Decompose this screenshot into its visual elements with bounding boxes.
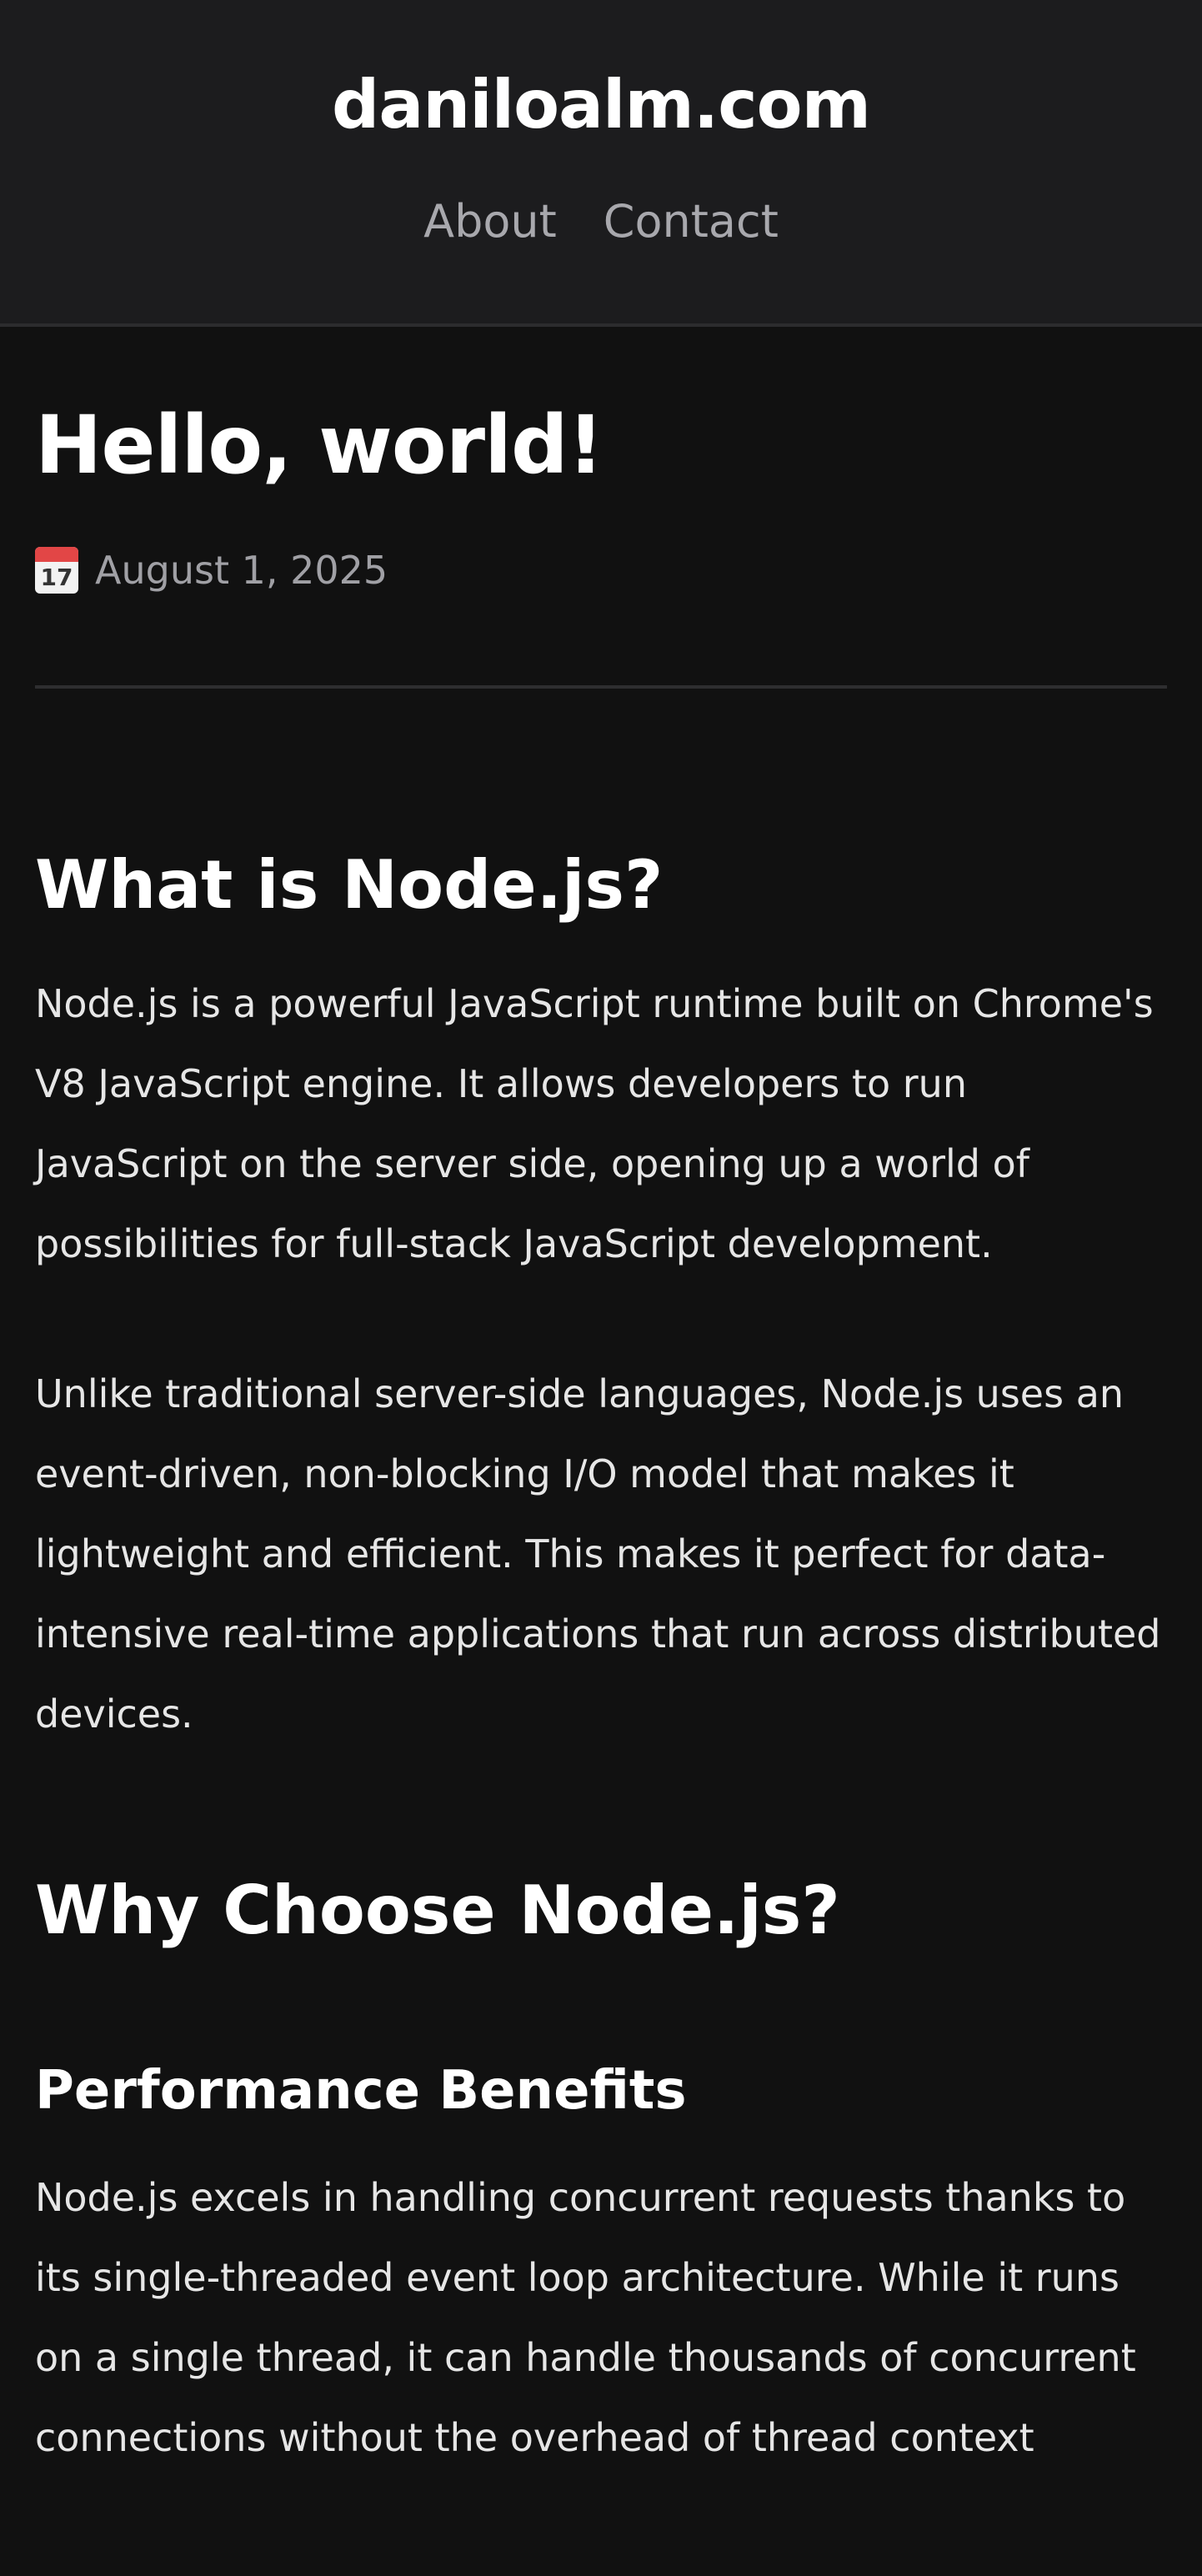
section-heading-what-is: What is Node.js?	[35, 846, 664, 924]
nav-contact[interactable]: Contact	[604, 195, 779, 248]
subheading-performance: Performance Benefits	[35, 2060, 687, 2122]
post-title: Hello, world!	[35, 398, 604, 492]
calendar-icon-day: 17	[40, 564, 73, 591]
post-date: 17 August 1, 2025	[35, 544, 1167, 597]
nav-about[interactable]: About	[423, 195, 557, 248]
post-date-text: August 1, 2025	[95, 548, 388, 593]
section-heading-why-choose: Why Choose Node.js?	[35, 1872, 840, 1949]
paragraph-what-is-1: Node.js is a powerful JavaScript runtime…	[35, 981, 1154, 1266]
paragraph-what-is-2: Unlike traditional server-side languages…	[35, 1371, 1161, 1737]
paragraph-performance: Node.js excels in handling concurrent re…	[35, 2175, 1136, 2460]
main-nav: About Contact	[0, 195, 1202, 248]
calendar-icon-top	[35, 547, 78, 562]
post-content: Hello, world! 17 August 1, 2025 What is …	[0, 327, 1202, 2478]
site-title[interactable]: daniloalm.com	[0, 0, 1202, 145]
divider	[35, 685, 1167, 689]
site-header: daniloalm.com About Contact	[0, 0, 1202, 327]
calendar-icon: 17	[35, 547, 78, 594]
